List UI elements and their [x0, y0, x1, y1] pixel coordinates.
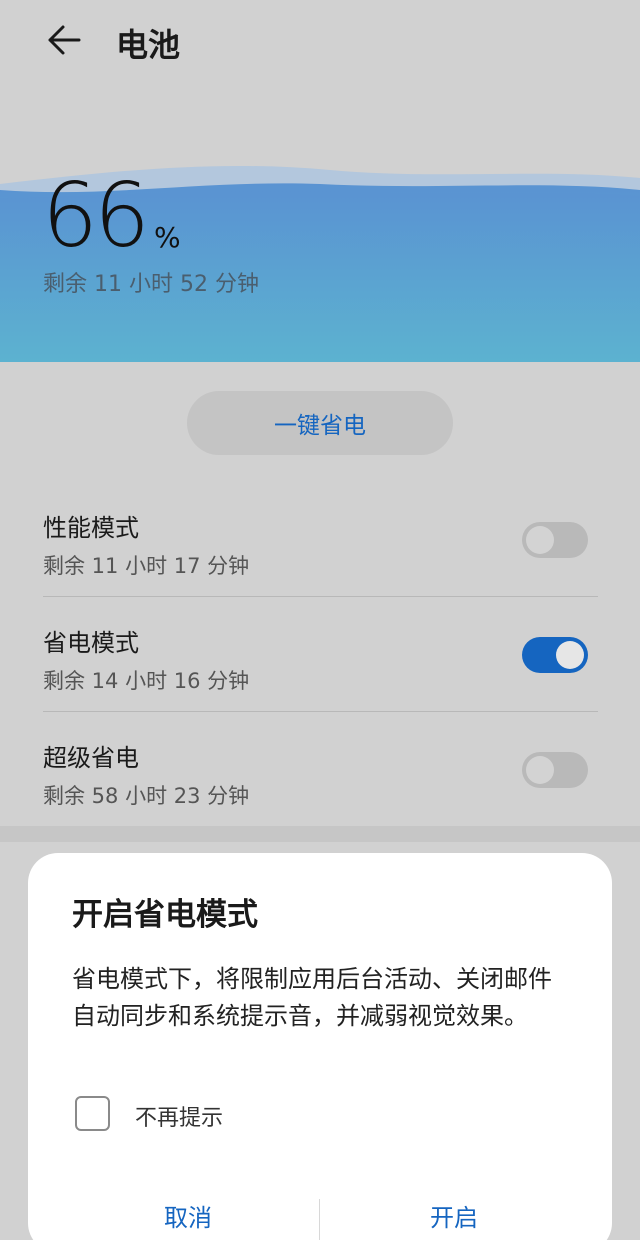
enable-power-saving-dialog: 开启省电模式 省电模式下，将限制应用后台活动、关闭邮件自动同步和系统提示音，并减… — [28, 853, 612, 1240]
app-header: 电池 — [0, 0, 640, 86]
super-saving-mode-toggle[interactable] — [522, 752, 588, 788]
dont-remind-label[interactable]: 不再提示 — [135, 1100, 223, 1132]
mode-title: 省电模式 — [43, 629, 139, 657]
battery-percent-value: 66 — [42, 164, 150, 267]
dialog-message: 省电模式下，将限制应用后台活动、关闭邮件自动同步和系统提示音，并减弱视觉效果。 — [72, 965, 552, 1030]
dont-remind-checkbox[interactable] — [75, 1096, 110, 1131]
arrow-left-icon — [48, 25, 81, 55]
cancel-button[interactable]: 取消 — [88, 1198, 288, 1240]
mode-row-super-saving[interactable]: 超级省电 剩余 58 小时 23 分钟 — [0, 712, 640, 827]
confirm-enable-button[interactable]: 开启 — [354, 1198, 554, 1240]
mode-remaining: 剩余 14 小时 16 分钟 — [43, 669, 250, 693]
power-mode-list: 性能模式 剩余 11 小时 17 分钟 省电模式 剩余 14 小时 16 分钟 … — [0, 482, 640, 827]
battery-remaining-time: 剩余 11 小时 52 分钟 — [43, 272, 259, 297]
one-key-power-save-button[interactable]: 一键省电 — [187, 391, 453, 455]
button-divider — [319, 1199, 320, 1240]
battery-percent-sign: % — [153, 221, 181, 254]
mode-remaining: 剩余 11 小时 17 分钟 — [43, 554, 250, 578]
power-saving-mode-toggle[interactable] — [522, 637, 588, 673]
back-button[interactable] — [40, 18, 86, 62]
mode-title: 性能模式 — [43, 514, 139, 542]
section-separator — [0, 826, 640, 842]
toggle-knob — [526, 526, 554, 554]
toggle-knob — [526, 756, 554, 784]
dialog-title: 开启省电模式 — [72, 897, 258, 933]
page-title: 电池 — [116, 26, 181, 64]
toggle-knob — [556, 641, 584, 669]
mode-row-power-saving[interactable]: 省电模式 剩余 14 小时 16 分钟 — [0, 597, 640, 712]
mode-remaining: 剩余 58 小时 23 分钟 — [43, 784, 250, 808]
mode-title: 超级省电 — [43, 744, 139, 772]
battery-percentage: 66 % — [42, 172, 181, 260]
mode-row-performance[interactable]: 性能模式 剩余 11 小时 17 分钟 — [0, 482, 640, 597]
performance-mode-toggle[interactable] — [522, 522, 588, 558]
